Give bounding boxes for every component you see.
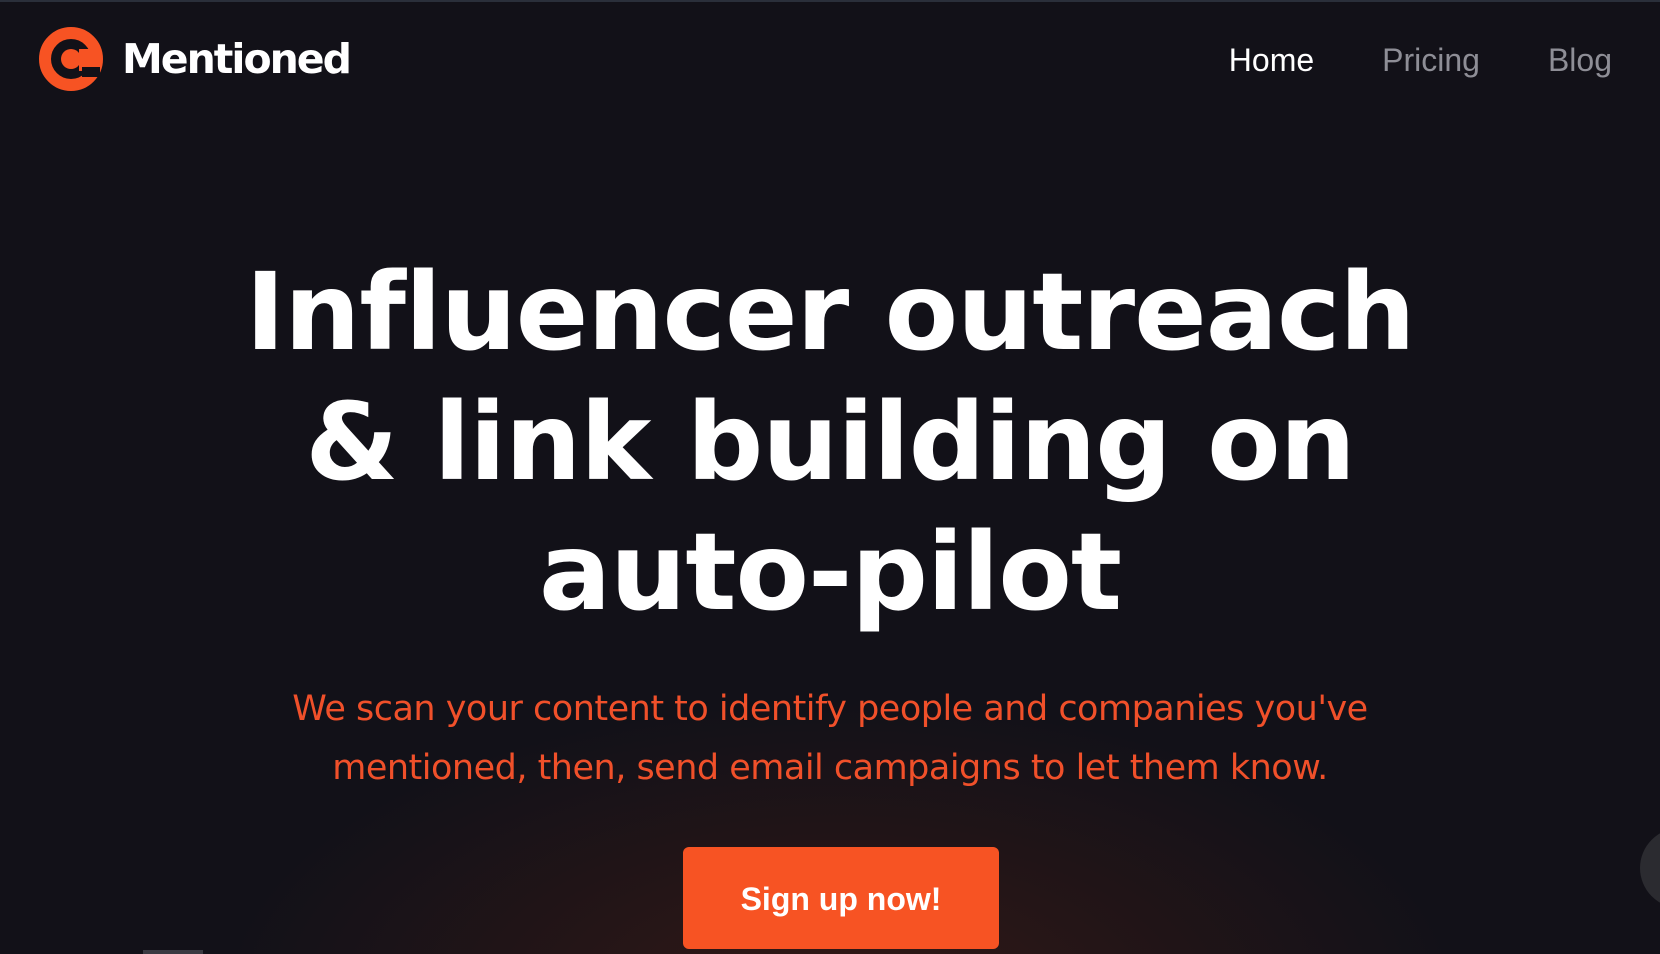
hero-subtitle: We scan your content to identify people … (220, 680, 1440, 798)
at-sign-icon (39, 27, 103, 91)
hero-section: Influencer outreach & link building on a… (0, 248, 1660, 798)
headline-line-2: & link building on (305, 381, 1356, 505)
brand-name: Mentioned (122, 35, 352, 83)
brand-logo-link[interactable]: Mentioned (38, 26, 352, 92)
window-top-border (0, 0, 1660, 2)
subtitle-line-1: We scan your content to identify people … (292, 689, 1368, 729)
headline-line-1: Influencer outreach (245, 251, 1415, 375)
scroll-indicator (143, 950, 203, 954)
nav-blog-link[interactable]: Blog (1548, 40, 1612, 80)
subtitle-line-2: mentioned, then, send email campaigns to… (332, 748, 1328, 788)
chat-widget-button[interactable] (1640, 828, 1660, 908)
headline-line-3: auto-pilot (538, 511, 1122, 635)
hero-headline: Influencer outreach & link building on a… (200, 248, 1460, 638)
nav-pricing-link[interactable]: Pricing (1382, 40, 1480, 80)
main-nav: Home Pricing Blog (1161, 40, 1612, 80)
landing-page: Mentioned Home Pricing Blog Influencer o… (0, 0, 1660, 954)
nav-home-link[interactable]: Home (1229, 40, 1314, 80)
sign-up-button[interactable]: Sign up now! (683, 847, 999, 949)
